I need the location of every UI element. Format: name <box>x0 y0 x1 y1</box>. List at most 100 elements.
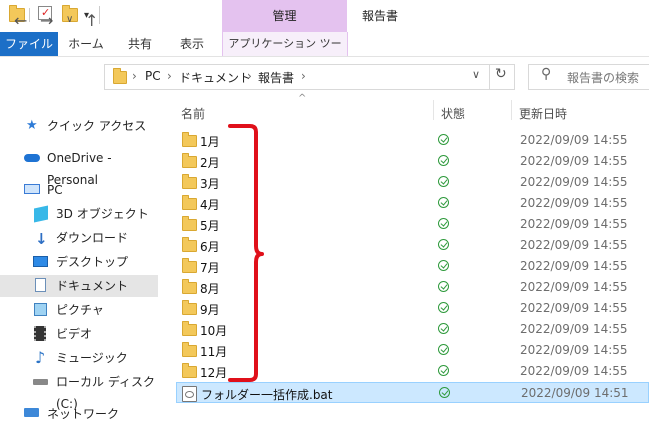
sidebar-item-label: ビデオ <box>56 327 93 341</box>
modified-date: 2022/09/09 14:55 <box>520 259 628 273</box>
column-header-name[interactable]: 名前 <box>181 105 205 122</box>
file-name: フォルダー一括作成.bat <box>201 388 333 402</box>
sync-status-icon <box>438 344 449 355</box>
sidebar-item-3d-objects[interactable]: 3D オブジェクト <box>0 203 158 225</box>
sidebar-item-videos[interactable]: ビデオ <box>0 323 158 345</box>
modified-date: 2022/09/09 14:55 <box>520 154 628 168</box>
sync-status-icon <box>438 197 449 208</box>
sync-status-icon <box>438 302 449 313</box>
sidebar-item-label: ネットワーク <box>47 407 120 421</box>
file-name: 5月 <box>200 219 220 233</box>
cloud-icon <box>24 154 40 162</box>
folder-icon <box>182 195 197 210</box>
sync-status-icon <box>438 365 449 376</box>
sidebar-item-onedrive[interactable]: OneDrive - Personal <box>0 147 158 187</box>
divider <box>99 6 100 24</box>
back-arrow-icon[interactable]: ← <box>14 11 27 30</box>
recent-locations-icon[interactable]: ∨ <box>66 14 73 25</box>
sidebar-item-label: ピクチャ <box>56 303 104 317</box>
modified-date: 2022/09/09 14:55 <box>520 280 628 294</box>
column-divider[interactable] <box>433 100 434 120</box>
column-header-date[interactable]: 更新日時 <box>519 105 567 122</box>
sync-status-icon <box>438 260 449 271</box>
sidebar-item-label: クイック アクセス <box>47 119 147 133</box>
refresh-icon[interactable]: ↻ <box>495 66 507 82</box>
video-icon <box>34 326 46 341</box>
column-divider[interactable] <box>511 100 512 120</box>
chevron-right-icon[interactable]: › <box>247 69 252 83</box>
ribbon-tabs: ファイル ホーム 共有 表示 アプリケーション ツール <box>0 32 649 74</box>
sync-status-icon <box>439 387 450 398</box>
tab-application-tools[interactable]: アプリケーション ツール <box>222 32 348 74</box>
file-name: 7月 <box>200 261 220 275</box>
music-icon: ♪ <box>35 348 46 367</box>
picture-icon <box>34 303 47 316</box>
modified-date: 2022/09/09 14:51 <box>521 386 629 400</box>
search-icon: ⚲ <box>541 66 552 82</box>
tab-home[interactable]: ホーム <box>62 32 110 56</box>
sidebar-item-label: PC <box>47 183 63 197</box>
sidebar-item-music[interactable]: ♪ ミュージック <box>0 347 158 369</box>
file-name: 2月 <box>200 156 220 170</box>
download-icon: ↓ <box>35 230 48 248</box>
sidebar-item-downloads[interactable]: ↓ ダウンロード <box>0 227 158 249</box>
address-bar[interactable] <box>104 64 515 90</box>
sidebar-item-network[interactable]: ネットワーク <box>0 403 158 425</box>
breadcrumb-pc[interactable]: PC <box>145 69 161 83</box>
tab-file[interactable]: ファイル <box>0 32 58 56</box>
chevron-right-icon[interactable]: › <box>167 69 172 83</box>
up-arrow-icon[interactable]: ↑ <box>85 11 98 30</box>
network-icon <box>24 408 39 417</box>
folder-icon <box>182 237 197 252</box>
folder-icon <box>182 279 197 294</box>
document-icon <box>35 278 46 292</box>
sync-status-icon <box>438 176 449 187</box>
sync-status-icon <box>438 281 449 292</box>
sidebar-item-label: ミュージック <box>56 351 128 365</box>
address-dropdown-icon[interactable]: ∨ <box>472 68 480 81</box>
divider <box>489 64 490 90</box>
sidebar-item-label: デスクトップ <box>56 255 129 269</box>
divider <box>29 8 30 22</box>
modified-date: 2022/09/09 14:55 <box>520 175 628 189</box>
tab-view[interactable]: 表示 <box>170 32 214 56</box>
folder-icon <box>182 342 197 357</box>
breadcrumb-reports[interactable]: 報告書 <box>258 69 294 86</box>
disk-icon <box>33 379 48 385</box>
sidebar-item-desktop[interactable]: デスクトップ <box>0 251 158 273</box>
sidebar-item-local-disk[interactable]: ローカル ディスク (C:) <box>0 371 158 411</box>
file-name: 9月 <box>200 303 220 317</box>
sidebar-item-pc[interactable]: PC <box>0 179 158 201</box>
chevron-right-icon[interactable]: › <box>301 69 306 83</box>
modified-date: 2022/09/09 14:55 <box>520 217 628 231</box>
sidebar-item-pictures[interactable]: ピクチャ <box>0 299 158 321</box>
sort-ascending-icon: ^ <box>298 93 307 104</box>
breadcrumb-documents[interactable]: ドキュメント <box>179 69 251 86</box>
modified-date: 2022/09/09 14:55 <box>520 238 628 252</box>
file-name: 1月 <box>200 135 220 149</box>
file-name: 4月 <box>200 198 220 212</box>
sidebar-item-label: ダウンロード <box>56 231 129 245</box>
sync-status-icon <box>438 218 449 229</box>
file-name: 11月 <box>200 345 228 359</box>
folder-icon <box>113 68 127 84</box>
sidebar-item-documents[interactable]: ドキュメント <box>0 275 158 297</box>
red-bracket-annotation <box>228 124 264 382</box>
folder-icon <box>182 216 197 231</box>
folder-icon <box>182 153 197 168</box>
file-name: 12月 <box>200 366 228 380</box>
sidebar-item-label: ドキュメント <box>56 279 129 293</box>
file-name: 10月 <box>200 324 228 338</box>
list-item-selected[interactable]: フォルダー一括作成.bat 2022/09/09 14:51 <box>176 382 649 403</box>
tab-share[interactable]: 共有 <box>118 32 162 56</box>
chevron-right-icon[interactable]: › <box>132 69 137 83</box>
sync-status-icon <box>438 134 449 145</box>
navigation-pane: ★ クイック アクセス OneDrive - Personal PC 3D オブ… <box>0 97 158 443</box>
context-tab-label: 管理 <box>272 9 297 23</box>
forward-arrow-icon[interactable]: → <box>40 11 53 30</box>
folder-icon <box>182 174 197 189</box>
sidebar-item-quick-access[interactable]: ★ クイック アクセス <box>0 115 158 137</box>
cube-icon <box>34 205 48 223</box>
folder-icon <box>182 258 197 273</box>
column-header-status[interactable]: 状態 <box>441 105 465 122</box>
